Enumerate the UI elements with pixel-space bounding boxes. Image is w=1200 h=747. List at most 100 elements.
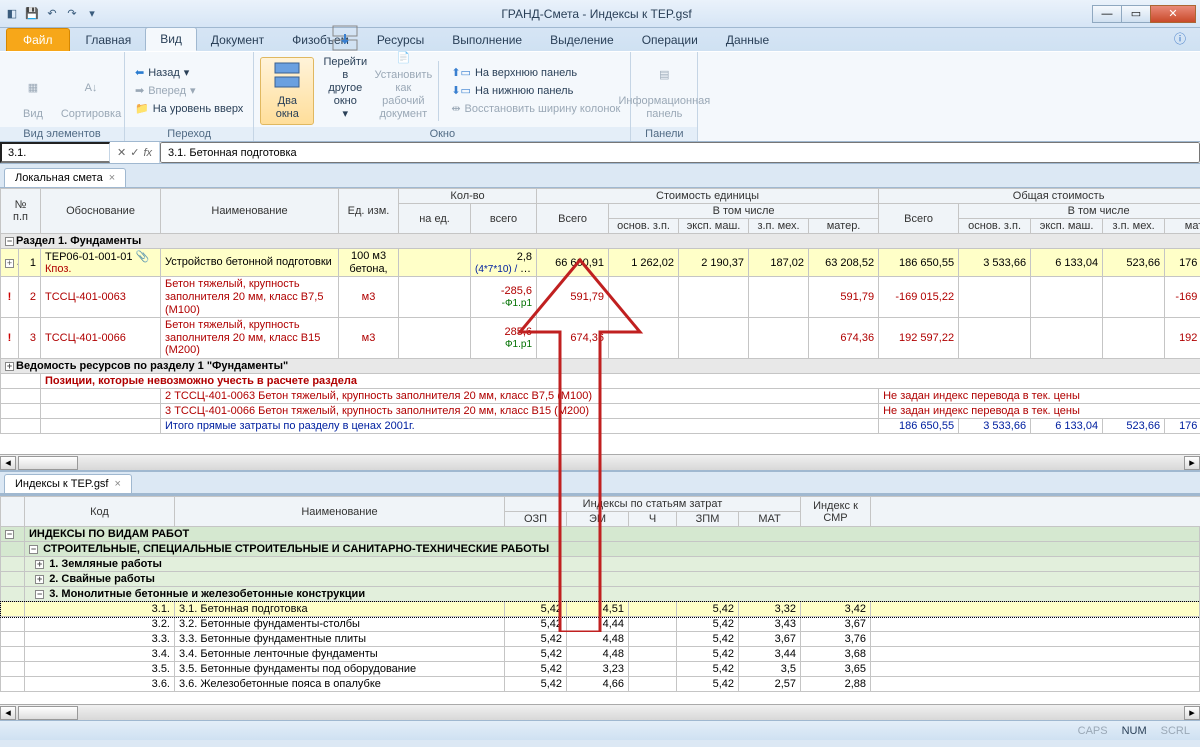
close-button[interactable]: ✕ xyxy=(1150,5,1196,23)
vedomost-header[interactable]: +Ведомость ресурсов по разделу 1 "Фундам… xyxy=(1,359,1200,374)
col-num[interactable]: № п.п xyxy=(1,189,41,234)
tab-resources[interactable]: Ресурсы xyxy=(363,29,438,51)
minimize-button[interactable]: — xyxy=(1092,5,1122,23)
col-qty[interactable]: Кол-во xyxy=(399,189,537,204)
tab-execution[interactable]: Выполнение xyxy=(438,29,536,51)
sheet-tab-smeta[interactable]: Локальная смета× xyxy=(4,168,126,187)
col-t-total[interactable]: Всего xyxy=(879,204,959,234)
subcategory-row[interactable]: − 3. Монолитные бетонные и железобетонны… xyxy=(25,587,1200,602)
back-button[interactable]: ⬅Назад ▾ xyxy=(131,64,247,81)
col-u-em[interactable]: эксп. маш. xyxy=(679,219,749,234)
fx-icon[interactable]: fx xyxy=(143,147,152,159)
index-row[interactable]: 3.4.3.4. Бетонные ленточные фундаменты5,… xyxy=(1,647,1200,662)
folder-up-icon: 📁 xyxy=(135,102,149,115)
sort-button[interactable]: A↓Сортировка xyxy=(64,57,118,125)
index-row[interactable]: 3.3.3.3. Бетонные фундаментные плиты5,42… xyxy=(1,632,1200,647)
top-scrollbar[interactable]: ◂▸ xyxy=(0,454,1200,470)
qat-undo-icon[interactable]: ↶ xyxy=(44,6,60,22)
table-row[interactable]: ! 2 ТССЦ-401-0063 Бетон тяжелый, крупнос… xyxy=(1,277,1200,318)
col-t-incl[interactable]: В том числе xyxy=(959,204,1200,219)
restore-columns-button[interactable]: ⇹Восстановить ширину колонок xyxy=(447,100,624,117)
table-row[interactable]: ! 3 ТССЦ-401-0066 Бетон тяжелый, крупнос… xyxy=(1,318,1200,359)
col-mat[interactable]: МАТ xyxy=(739,512,801,527)
forward-button[interactable]: ➡Вперед ▾ xyxy=(131,82,247,99)
close-tab-icon[interactable]: × xyxy=(109,172,115,184)
bottom-panel-button[interactable]: ⬇▭На нижнюю панель xyxy=(447,82,624,99)
index-row[interactable]: 3.1.3.1. Бетонная подготовка5,424,515,42… xyxy=(1,602,1200,617)
section-header[interactable]: −Раздел 1. Фундаменты xyxy=(1,234,1200,249)
col-total-q[interactable]: всего xyxy=(471,204,537,234)
col-u-incl[interactable]: В том числе xyxy=(609,204,879,219)
index-grid[interactable]: Код Наименование Индексы по статьям затр… xyxy=(0,494,1200,704)
maximize-button[interactable]: ▭ xyxy=(1121,5,1151,23)
col-t-mat[interactable]: матер. xyxy=(1165,219,1200,234)
col-u-ozp[interactable]: основ. з.п. xyxy=(609,219,679,234)
estimate-grid[interactable]: № п.п Обоснование Наименование Ед. изм. … xyxy=(0,188,1200,454)
subcategory-row[interactable]: + 1. Земляные работы xyxy=(25,557,1200,572)
col-unit[interactable]: Ед. изм. xyxy=(339,189,399,234)
collapse-icon[interactable]: − xyxy=(5,237,14,246)
ribbon-help-icon[interactable]: ⓘ xyxy=(1160,26,1200,51)
collapse-icon[interactable]: − xyxy=(29,545,38,554)
col-u-zpm[interactable]: з.п. мех. xyxy=(749,219,809,234)
tab-operations[interactable]: Операции xyxy=(628,29,712,51)
sheet-tab-index[interactable]: Индексы к TEP.gsf× xyxy=(4,474,132,493)
info-panel-button[interactable]: ▤Информационная панель xyxy=(637,57,691,125)
set-workdoc-button[interactable]: 📄Установить как рабочий документ xyxy=(376,57,430,125)
col-name[interactable]: Наименование xyxy=(161,189,339,234)
col-code[interactable]: Код xyxy=(25,497,175,527)
bottom-scrollbar[interactable]: ◂▸ xyxy=(0,704,1200,720)
goto-icon xyxy=(329,24,361,52)
col-u-total[interactable]: Всего xyxy=(537,204,609,234)
col-idx[interactable]: Индексы по статьям затрат xyxy=(505,497,801,512)
qat-save-icon[interactable]: 💾 xyxy=(24,6,40,22)
col-ch[interactable]: Ч xyxy=(629,512,677,527)
collapse-icon[interactable]: − xyxy=(35,590,44,599)
category-row[interactable]: − СТРОИТЕЛЬНЫЕ, СПЕЦИАЛЬНЫЕ СТРОИТЕЛЬНЫЕ… xyxy=(25,542,1200,557)
noidx-msg: Не задан индекс перевода в тек. цены xyxy=(879,389,1200,404)
cell-reference-input[interactable] xyxy=(0,142,110,163)
col-zpm[interactable]: ЗПМ xyxy=(677,512,739,527)
category-row[interactable]: ИНДЕКСЫ ПО ВИДАМ РАБОТ xyxy=(25,527,1200,542)
confirm-icon[interactable]: ✓ xyxy=(130,146,139,159)
col-obosn[interactable]: Обоснование xyxy=(41,189,161,234)
expand-icon[interactable]: + xyxy=(35,560,44,569)
close-tab-icon[interactable]: × xyxy=(115,478,121,490)
col-smr[interactable]: Индекс к СМР xyxy=(801,497,871,527)
tab-data[interactable]: Данные xyxy=(712,29,783,51)
col-ozp[interactable]: ОЗП xyxy=(505,512,567,527)
goto-window-button[interactable]: Перейти в другое окно ▾ xyxy=(318,57,372,125)
formula-input[interactable] xyxy=(160,142,1200,163)
tab-view[interactable]: Вид xyxy=(145,27,197,51)
expand-icon[interactable]: + xyxy=(35,575,44,584)
col-t-ozp[interactable]: основ. з.п. xyxy=(959,219,1031,234)
col-per-unit[interactable]: на ед. xyxy=(399,204,471,234)
col-name[interactable]: Наименование xyxy=(175,497,505,527)
tab-document[interactable]: Документ xyxy=(197,29,278,51)
top-panel-button[interactable]: ⬆▭На верхнюю панель xyxy=(447,64,624,81)
col-unitcost[interactable]: Стоимость единицы xyxy=(537,189,879,204)
qat-more-icon[interactable]: ▾ xyxy=(84,6,100,22)
expand-icon[interactable]: + xyxy=(5,362,14,371)
col-totalcost[interactable]: Общая стоимость xyxy=(879,189,1200,204)
table-row[interactable]: + 1 ТЕР06-01-001-01 📎Кпоз. Устройство бе… xyxy=(1,249,1200,277)
col-em[interactable]: ЭМ xyxy=(567,512,629,527)
expand-icon[interactable]: + xyxy=(5,259,14,268)
tab-main[interactable]: Главная xyxy=(72,29,146,51)
level-up-button[interactable]: 📁На уровень вверх xyxy=(131,100,247,117)
col-t-zpm[interactable]: з.п. мех. xyxy=(1103,219,1165,234)
qat-redo-icon[interactable]: ↷ xyxy=(64,6,80,22)
subcategory-row[interactable]: + 2. Свайные работы xyxy=(25,572,1200,587)
file-tab[interactable]: Файл xyxy=(6,28,70,51)
index-row[interactable]: 3.2.3.2. Бетонные фундаменты-столбы5,424… xyxy=(1,617,1200,632)
cancel-icon[interactable]: ✕ xyxy=(117,146,126,159)
col-u-mat[interactable]: матер. xyxy=(809,219,879,234)
view-button[interactable]: ▦Вид xyxy=(6,57,60,125)
two-windows-button[interactable]: Два окна xyxy=(260,57,314,125)
collapse-icon[interactable]: − xyxy=(5,530,14,539)
panel-top-icon: ⬆▭ xyxy=(451,66,471,79)
index-row[interactable]: 3.6.3.6. Железобетонные пояса в опалубке… xyxy=(1,677,1200,692)
index-row[interactable]: 3.5.3.5. Бетонные фундаменты под оборудо… xyxy=(1,662,1200,677)
tab-selection[interactable]: Выделение xyxy=(536,29,628,51)
col-t-em[interactable]: эксп. маш. xyxy=(1031,219,1103,234)
